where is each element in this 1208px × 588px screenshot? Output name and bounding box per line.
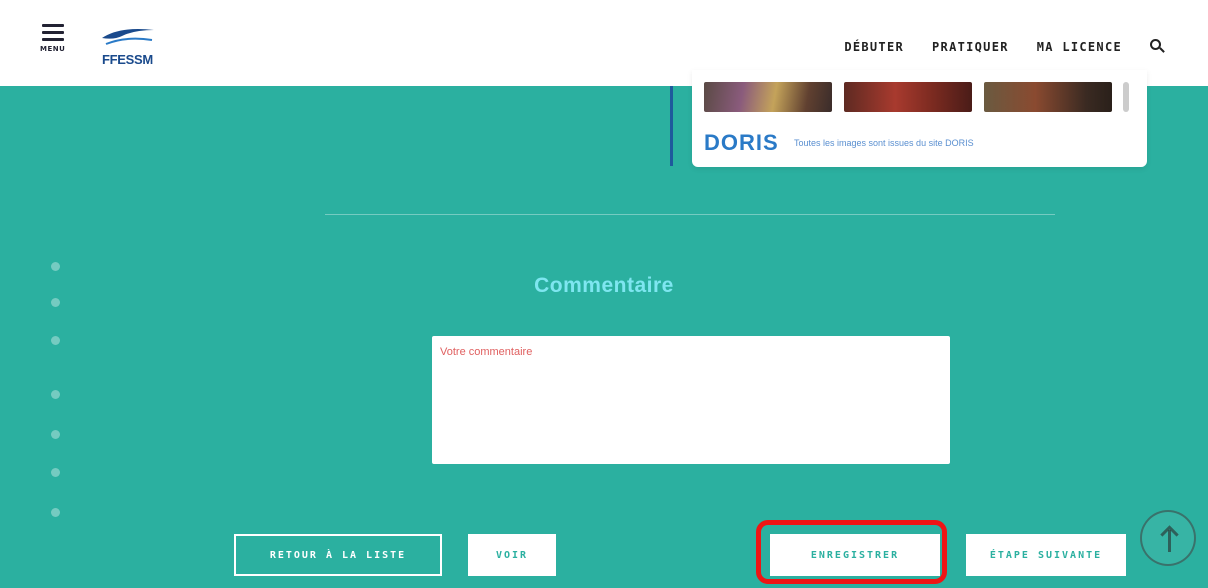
arrow-up-icon-stem [1168, 530, 1171, 552]
side-nav-dot[interactable] [51, 508, 60, 517]
thumbnail-scrollbar[interactable] [1123, 82, 1129, 112]
comment-title: Commentaire [534, 274, 674, 297]
side-nav-dot[interactable] [51, 298, 60, 307]
nav-item-debuter[interactable]: DÉBUTER [844, 40, 904, 54]
menu-button[interactable]: MENU [40, 24, 68, 64]
thumbnail-strip [704, 82, 1112, 112]
doris-note[interactable]: Toutes les images sont issues du site DO… [794, 138, 974, 148]
thumbnail-image[interactable] [984, 82, 1112, 112]
search-icon-handle [1159, 47, 1165, 53]
thumbnail-image[interactable] [704, 82, 832, 112]
back-to-list-button[interactable]: RETOUR À LA LISTE [234, 534, 442, 576]
card-accent [670, 86, 673, 166]
save-button[interactable]: ENREGISTRER [770, 534, 940, 576]
logo-wave-icon [102, 29, 154, 45]
search-icon[interactable] [1150, 39, 1166, 55]
hamburger-icon-bar [42, 31, 64, 34]
menu-label: MENU [40, 45, 66, 53]
next-step-button[interactable]: ÉTAPE SUIVANTE [966, 534, 1126, 576]
section-divider [325, 214, 1055, 215]
comment-textarea[interactable] [432, 336, 950, 464]
hamburger-icon-bar [42, 38, 64, 41]
nav-item-pratiquer[interactable]: PRATIQUER [932, 40, 1009, 54]
voir-button[interactable]: VOIR [468, 534, 556, 576]
thumbnail-image[interactable] [844, 82, 972, 112]
side-nav-dot[interactable] [51, 430, 60, 439]
side-nav-dot[interactable] [51, 390, 60, 399]
scroll-to-top-button[interactable] [1140, 510, 1196, 566]
ffessm-logo[interactable]: FFESSM [98, 24, 168, 70]
side-nav-dot[interactable] [51, 336, 60, 345]
logo-text: FFESSM [102, 52, 153, 67]
nav-item-ma-licence[interactable]: MA LICENCE [1037, 40, 1122, 54]
side-nav-dot[interactable] [51, 468, 60, 477]
hamburger-icon [42, 24, 64, 27]
side-nav-dot[interactable] [51, 262, 60, 271]
doris-logo[interactable]: DORIS [704, 130, 779, 156]
doris-card: DORIS Toutes les images sont issues du s… [670, 70, 1147, 167]
main-nav: DÉBUTER PRATIQUER MA LICENCE [816, 36, 1166, 58]
